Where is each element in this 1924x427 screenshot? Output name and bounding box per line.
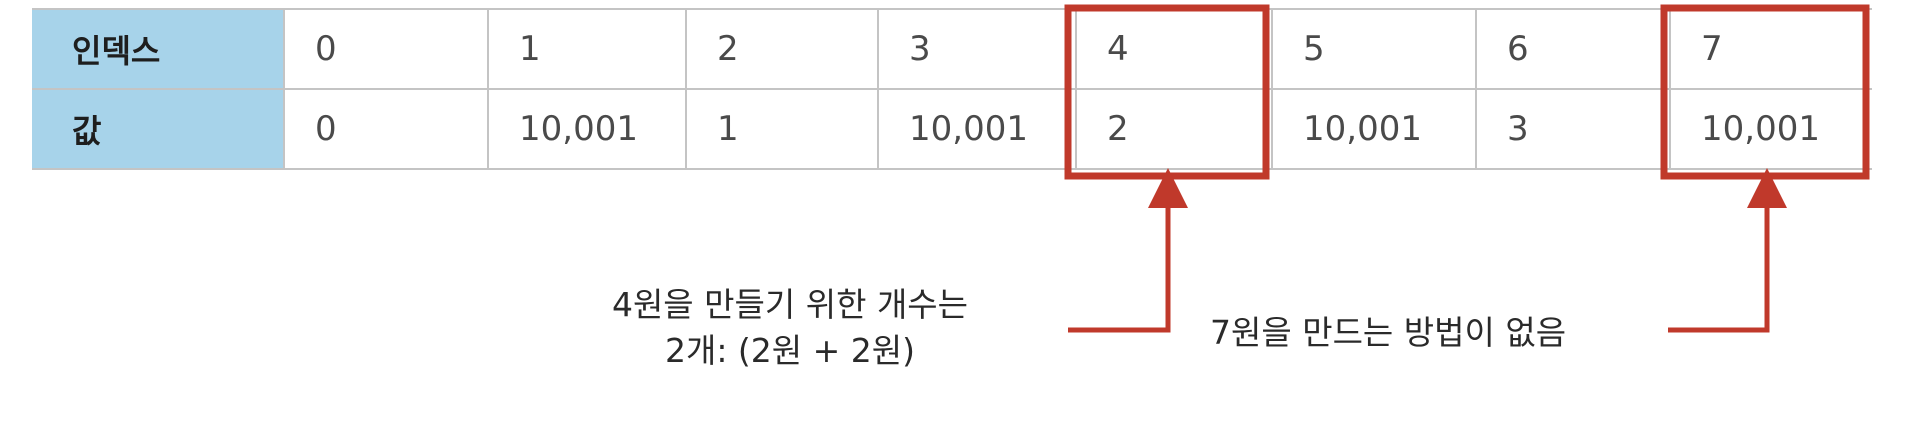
index-row: 인덱스 0 1 2 3 4 5 6 7	[32, 8, 1872, 90]
index-cell: 0	[283, 8, 488, 90]
annotation-caption-line: 4원을 만들기 위한 개수는	[611, 285, 969, 324]
annotation-caption-index-7: 7원을 만드는 방법이 없음	[1210, 310, 1566, 356]
annotation-caption-line: 2개: (2원 + 2원)	[664, 331, 916, 370]
value-cell: 10,001	[487, 89, 686, 170]
value-cell: 0	[283, 89, 488, 170]
index-row-header: 인덱스	[32, 8, 284, 90]
index-cell: 7	[1669, 8, 1872, 90]
index-cell: 5	[1271, 8, 1476, 90]
value-cell: 10,001	[1669, 89, 1872, 170]
index-cell: 6	[1475, 8, 1670, 90]
index-cell: 1	[487, 8, 686, 90]
value-row: 값 0 10,001 1 10,001 2 10,001 3 10,001	[32, 89, 1872, 170]
index-cell: 4	[1075, 8, 1272, 90]
index-cell: 3	[877, 8, 1076, 90]
value-cell: 1	[685, 89, 878, 170]
dp-table: 인덱스 0 1 2 3 4 5 6 7 값 0 10,001 1 10,001 …	[32, 8, 1872, 170]
annotation-connector-index-4	[1068, 168, 1188, 333]
value-row-header: 값	[32, 89, 284, 170]
value-cell: 10,001	[877, 89, 1076, 170]
value-cell: 2	[1075, 89, 1272, 170]
annotation-caption-line: 7원을 만드는 방법이 없음	[1210, 313, 1567, 352]
annotation-caption-index-4: 4원을 만들기 위한 개수는 2개: (2원 + 2원)	[520, 282, 1060, 374]
index-cell: 2	[685, 8, 878, 90]
value-cell: 10,001	[1271, 89, 1476, 170]
annotation-connector-index-7	[1668, 168, 1787, 333]
value-cell: 3	[1475, 89, 1670, 170]
